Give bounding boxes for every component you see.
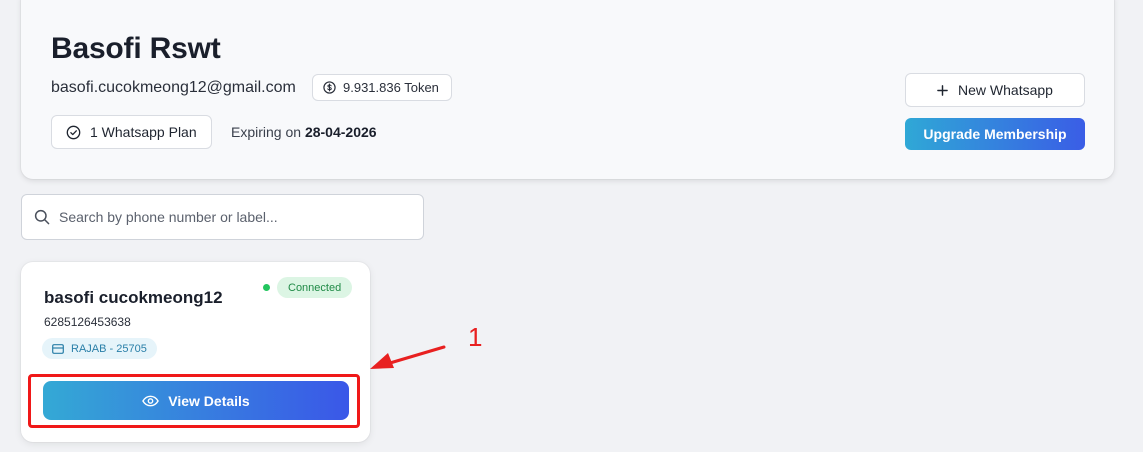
new-whatsapp-button[interactable]: New Whatsapp: [905, 73, 1085, 107]
search-box: [21, 194, 424, 240]
upgrade-membership-button[interactable]: Upgrade Membership: [905, 118, 1085, 150]
expiry-date: 28-04-2026: [304, 124, 377, 140]
whatsapp-card: basofi cucokmeong12 Connected 6285126453…: [21, 262, 370, 442]
check-circle-icon: [66, 125, 81, 139]
user-email: basofi.cucokmeong12@gmail.com: [51, 79, 296, 96]
plan-badge: 1 Whatsapp Plan: [51, 115, 212, 149]
view-details-label: View Details: [168, 392, 250, 409]
status-badge: Connected: [277, 277, 353, 298]
status-dot: [263, 284, 270, 291]
coin-dollar-icon: [323, 81, 336, 94]
expiry-prefix: Expiring on: [231, 124, 302, 140]
expiry-text: Expiring on 28-04-2026: [231, 124, 377, 140]
whatsapp-card-name: basofi cucokmeong12: [44, 288, 223, 307]
card-icon: [52, 343, 64, 354]
token-balance-badge: 9.931.836 Token: [312, 74, 452, 101]
whatsapp-card-label-chip: RAJAB - 25705: [42, 338, 157, 359]
search-icon: [34, 209, 50, 225]
profile-card: Basofi Rswt basofi.cucokmeong12@gmail.co…: [21, 0, 1114, 179]
plus-icon: [937, 84, 948, 96]
plan-label: 1 Whatsapp Plan: [90, 124, 197, 140]
whatsapp-card-label: RAJAB - 25705: [71, 342, 147, 355]
new-whatsapp-label: New Whatsapp: [958, 82, 1053, 98]
view-details-button[interactable]: View Details: [43, 381, 349, 420]
upgrade-membership-label: Upgrade Membership: [923, 126, 1067, 142]
whatsapp-card-phone: 6285126453638: [44, 315, 131, 329]
annotation-number: 1: [468, 322, 483, 352]
user-name: Basofi Rswt: [51, 32, 221, 65]
token-balance-label: 9.931.836 Token: [343, 80, 439, 95]
eye-icon: [142, 395, 160, 406]
search-input[interactable]: [59, 209, 399, 225]
annotation-arrow-icon: [370, 345, 446, 369]
